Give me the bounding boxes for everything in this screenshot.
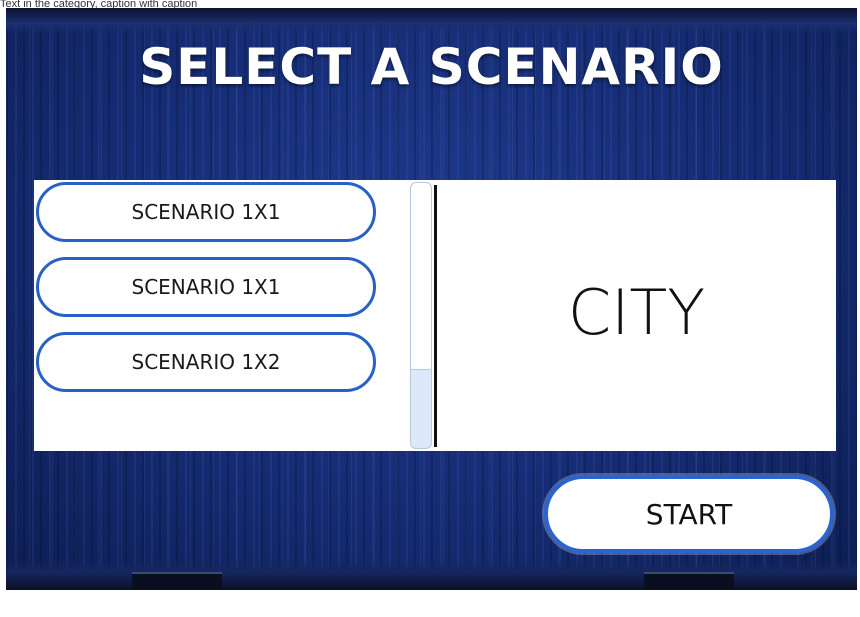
scenario-button[interactable]: SCENARIO 1X1 — [36, 182, 376, 242]
floor-bracket-left — [132, 572, 222, 590]
scenario-list-scrollbar[interactable] — [410, 182, 432, 449]
start-button[interactable]: START — [544, 475, 834, 553]
scenario-list: SCENARIO 1X1 SCENARIO 1X1 SCENARIO 1X2 — [34, 180, 434, 451]
scrollbar-thumb[interactable] — [411, 183, 431, 370]
game-screen: SELECT A SCENARIO SCENARIO 1X1 SCENARIO … — [6, 8, 857, 590]
top-rim — [6, 8, 857, 34]
scenario-panel: SCENARIO 1X1 SCENARIO 1X1 SCENARIO 1X2 C… — [34, 180, 836, 451]
scenario-preview-label: CITY — [567, 276, 706, 349]
screen-title: SELECT A SCENARIO — [139, 38, 724, 96]
top-caption: Text in the category, caption with capti… — [0, 0, 198, 8]
floor-bracket-right — [644, 572, 734, 590]
scenario-button[interactable]: SCENARIO 1X2 — [36, 332, 376, 392]
scenario-button[interactable]: SCENARIO 1X1 — [36, 257, 376, 317]
